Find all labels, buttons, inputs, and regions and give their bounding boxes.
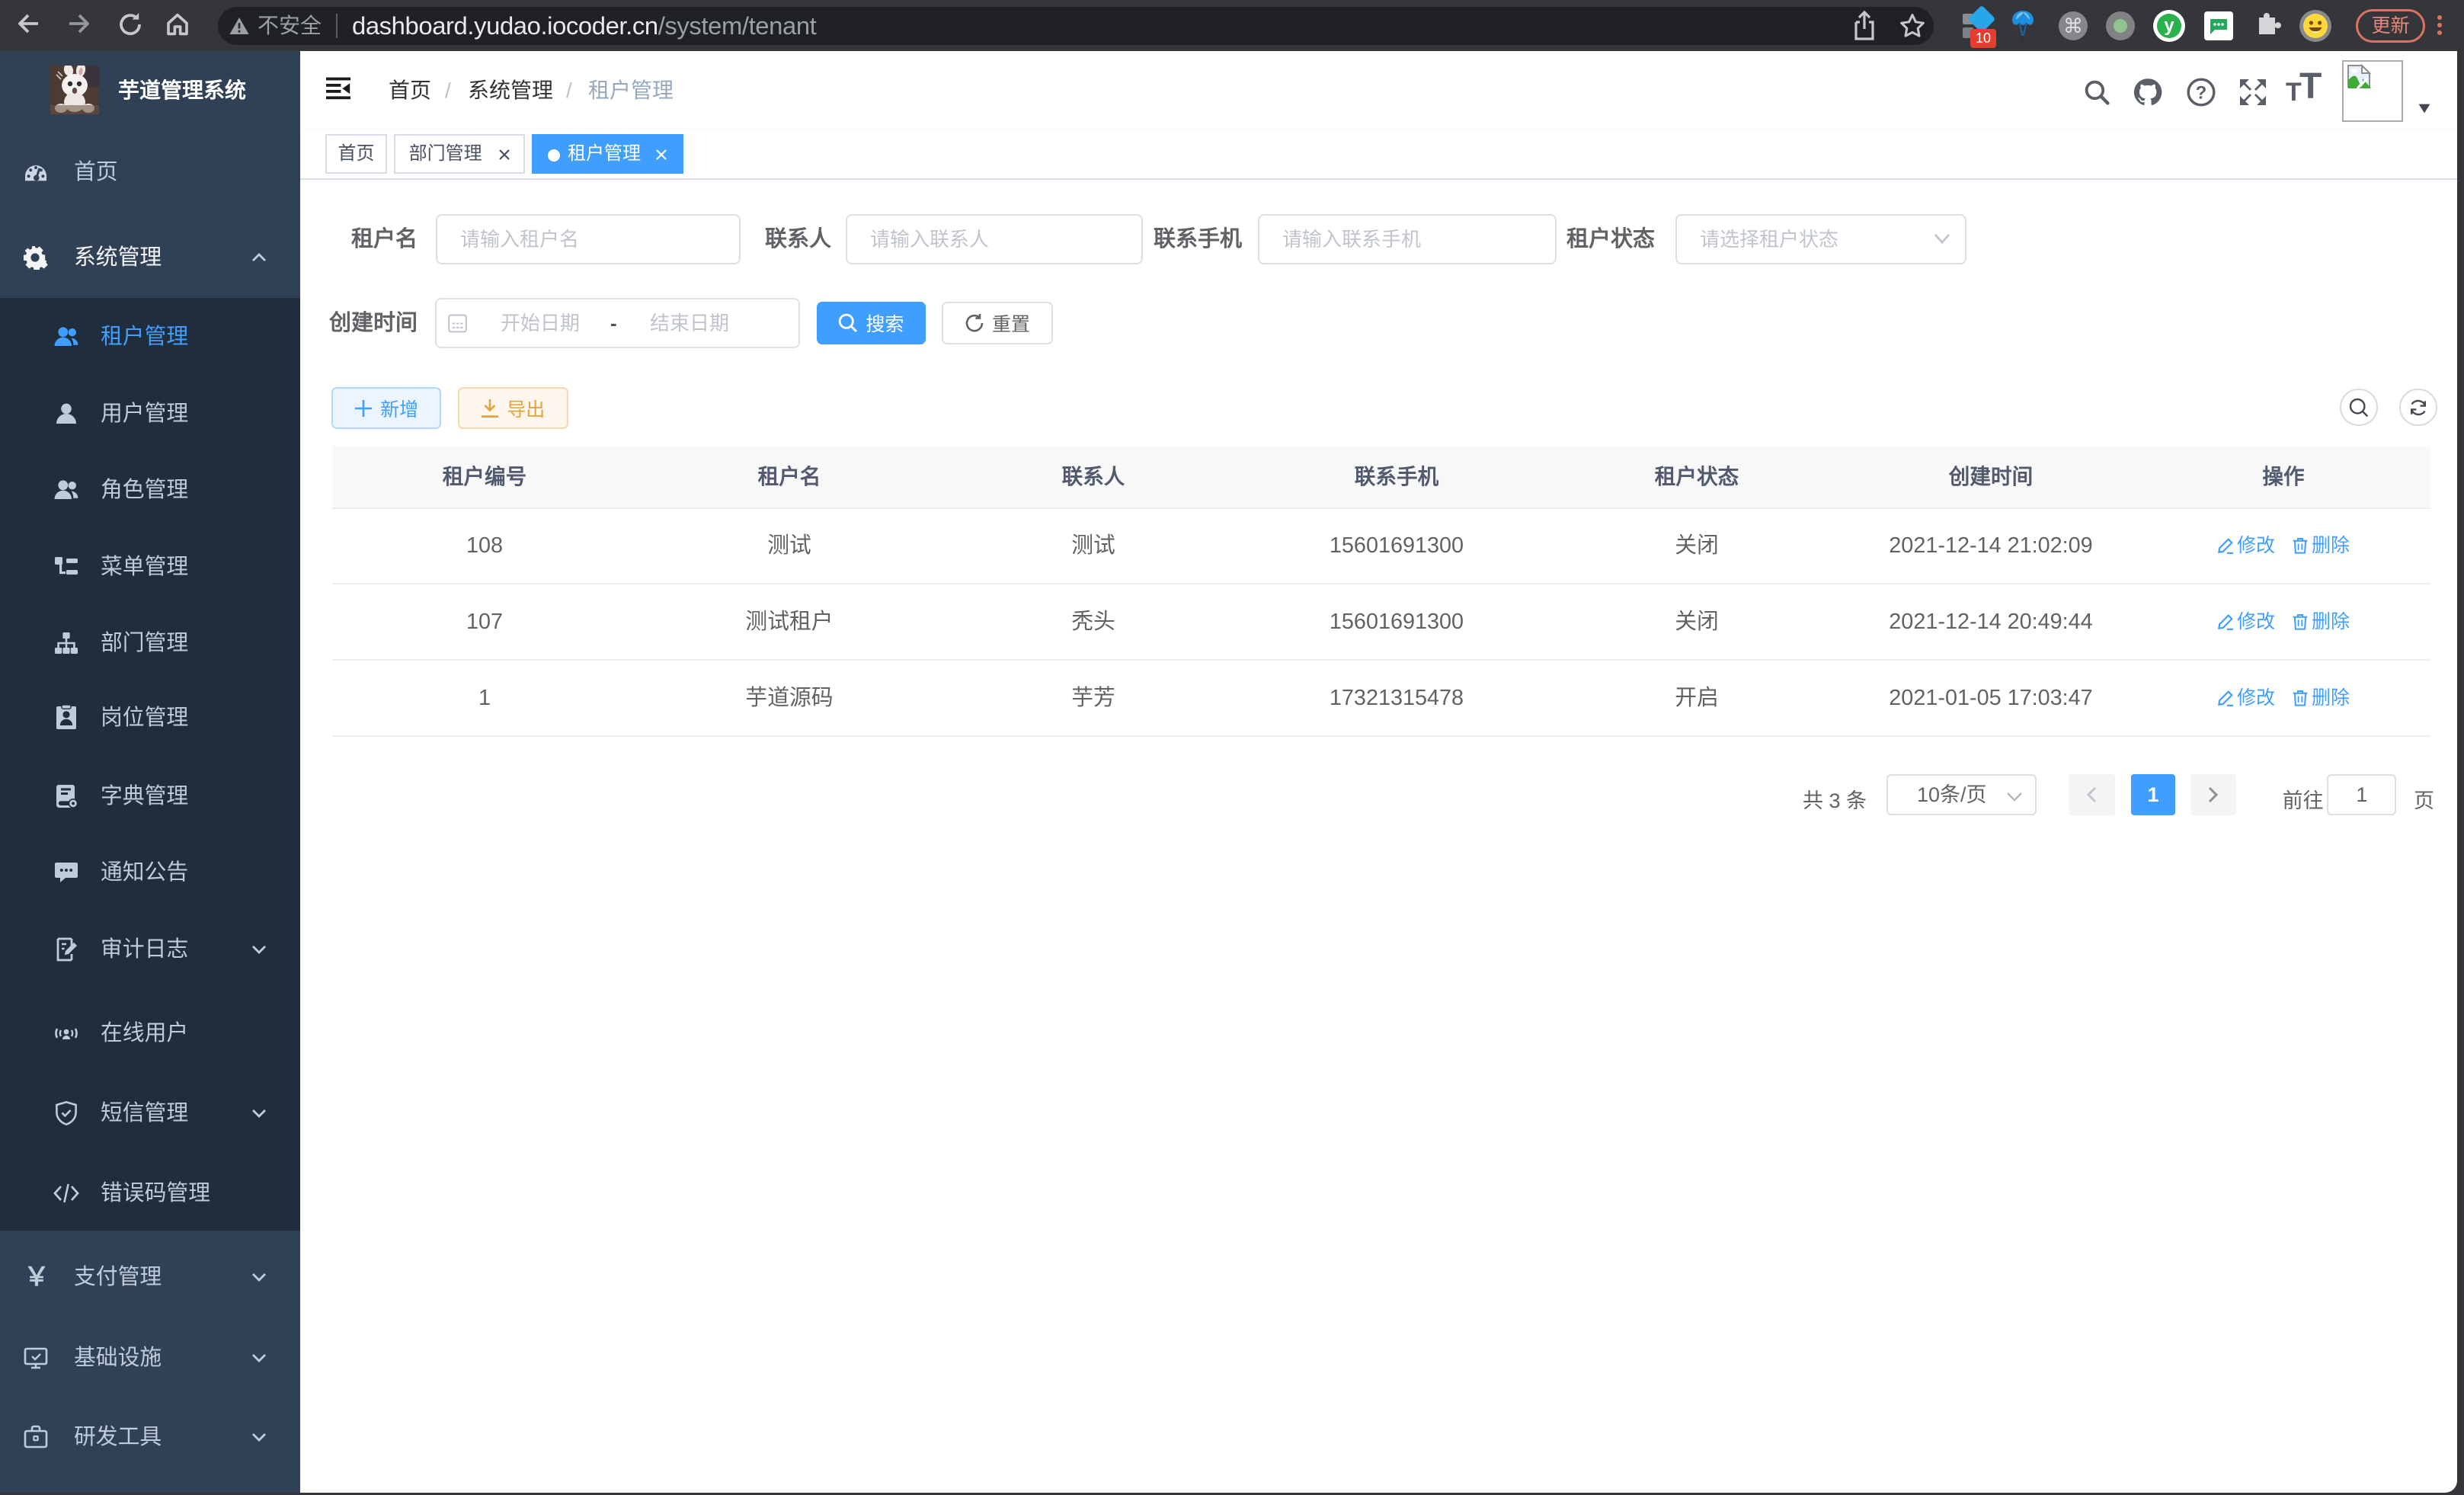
svg-text:?: ?	[2196, 82, 2207, 103]
